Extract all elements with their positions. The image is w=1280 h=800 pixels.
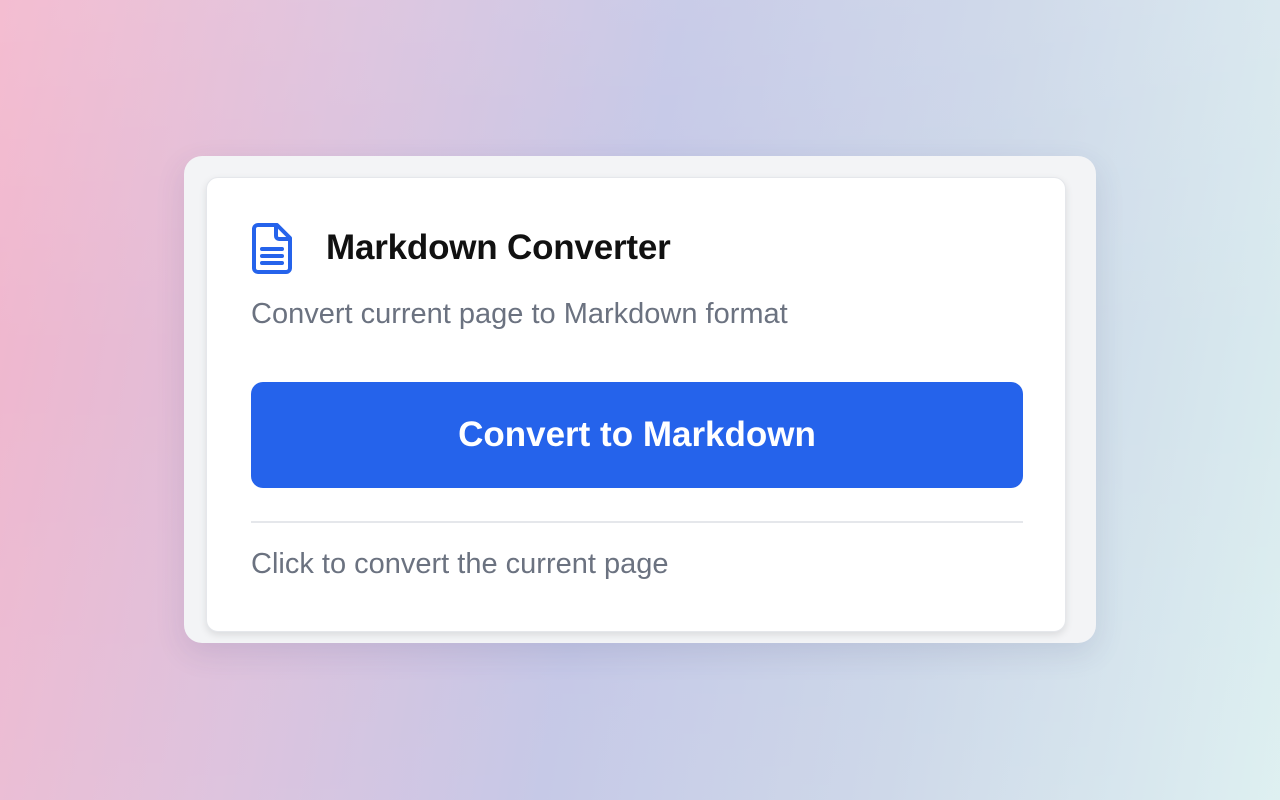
divider	[251, 521, 1023, 523]
popup-card: Markdown Converter Convert current page …	[206, 177, 1066, 632]
popup-title: Markdown Converter	[326, 228, 671, 267]
extension-popup-frame: Markdown Converter Convert current page …	[184, 156, 1096, 643]
document-icon	[251, 222, 299, 274]
status-text: Click to convert the current page	[251, 548, 669, 580]
popup-subtitle: Convert current page to Markdown format	[251, 298, 788, 330]
convert-to-markdown-button[interactable]: Convert to Markdown	[251, 382, 1023, 488]
convert-button-label: Convert to Markdown	[458, 415, 816, 454]
popup-header: Markdown Converter	[251, 222, 671, 274]
